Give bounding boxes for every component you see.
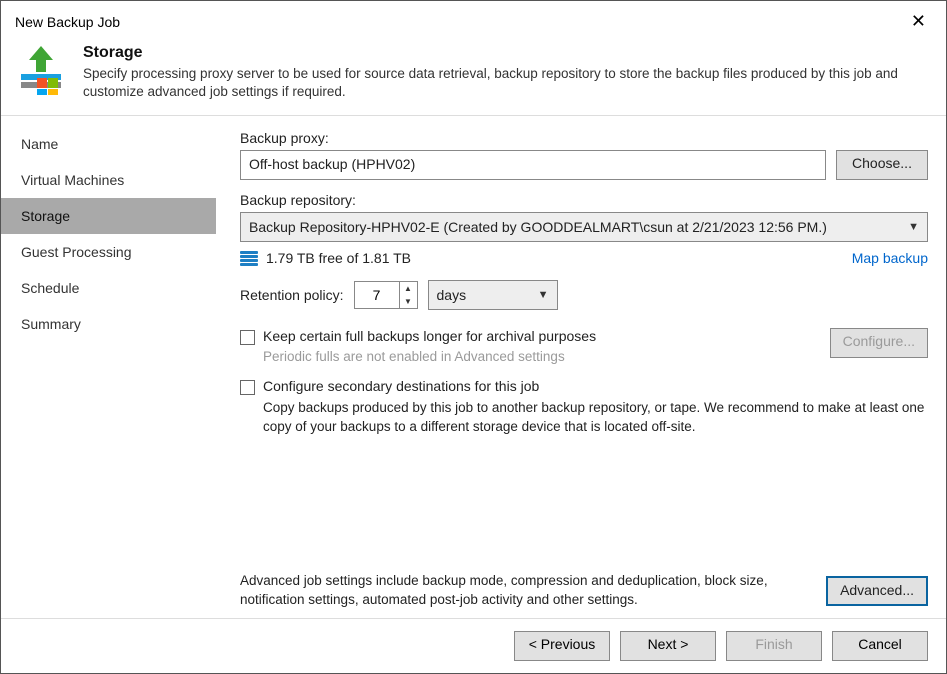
header-texts: Storage Specify processing proxy server … — [83, 44, 932, 101]
page-description: Specify processing proxy server to be us… — [83, 65, 932, 101]
page-title: Storage — [83, 44, 932, 62]
previous-button[interactable]: < Previous — [514, 631, 610, 661]
backup-proxy-label: Backup proxy: — [240, 130, 928, 146]
sidebar-item-virtual-machines[interactable]: Virtual Machines — [1, 162, 216, 198]
next-button[interactable]: Next > — [620, 631, 716, 661]
sidebar-item-summary[interactable]: Summary — [1, 306, 216, 342]
titlebar: New Backup Job ✕ — [1, 1, 946, 38]
storage-wizard-icon — [15, 44, 67, 96]
retention-value-stepper[interactable]: ▲ ▼ — [354, 281, 418, 309]
configure-fulls-button: Configure... — [830, 328, 928, 358]
dialog-window: New Backup Job ✕ Storage Specify process… — [0, 0, 947, 674]
retention-unit-value: days — [437, 287, 467, 303]
secondary-dest-label: Configure secondary destinations for thi… — [263, 378, 539, 394]
backup-repository-dropdown[interactable]: Backup Repository-HPHV02-E (Created by G… — [240, 212, 928, 242]
keep-fulls-hint: Periodic fulls are not enabled in Advanc… — [263, 349, 820, 364]
advanced-settings-description: Advanced job settings include backup mod… — [240, 572, 808, 610]
finish-button: Finish — [726, 631, 822, 661]
chevron-down-icon: ▼ — [908, 221, 919, 233]
retention-value-input[interactable] — [355, 282, 399, 308]
sidebar-item-schedule[interactable]: Schedule — [1, 270, 216, 306]
stepper-up-icon[interactable]: ▲ — [400, 282, 417, 295]
secondary-dest-description: Copy backups produced by this job to ano… — [263, 399, 928, 437]
header: Storage Specify processing proxy server … — [1, 38, 946, 116]
body: Name Virtual Machines Storage Guest Proc… — [1, 116, 946, 618]
backup-repository-label: Backup repository: — [240, 192, 928, 208]
keep-fulls-checkbox[interactable] — [240, 330, 255, 345]
sidebar-item-storage[interactable]: Storage — [1, 198, 216, 234]
wizard-sidebar: Name Virtual Machines Storage Guest Proc… — [1, 116, 216, 618]
content-pane: Backup proxy: Off-host backup (HPHV02) C… — [216, 116, 946, 618]
disk-icon — [240, 251, 258, 266]
sidebar-item-guest-processing[interactable]: Guest Processing — [1, 234, 216, 270]
map-backup-link[interactable]: Map backup — [852, 250, 928, 266]
retention-policy-label: Retention policy: — [240, 287, 344, 303]
stepper-down-icon[interactable]: ▼ — [400, 295, 417, 308]
footer: < Previous Next > Finish Cancel — [1, 618, 946, 673]
retention-unit-dropdown[interactable]: days ▼ — [428, 280, 558, 310]
free-space-text: 1.79 TB free of 1.81 TB — [266, 250, 852, 266]
advanced-button[interactable]: Advanced... — [826, 576, 928, 606]
secondary-dest-checkbox[interactable] — [240, 380, 255, 395]
sidebar-item-name[interactable]: Name — [1, 126, 216, 162]
close-icon[interactable]: ✕ — [903, 9, 934, 34]
chevron-down-icon: ▼ — [538, 289, 549, 301]
keep-fulls-label: Keep certain full backups longer for arc… — [263, 328, 596, 344]
backup-repository-value: Backup Repository-HPHV02-E (Created by G… — [249, 219, 827, 235]
backup-proxy-field[interactable]: Off-host backup (HPHV02) — [240, 150, 826, 180]
cancel-button[interactable]: Cancel — [832, 631, 928, 661]
choose-proxy-button[interactable]: Choose... — [836, 150, 928, 180]
window-title: New Backup Job — [15, 14, 120, 30]
